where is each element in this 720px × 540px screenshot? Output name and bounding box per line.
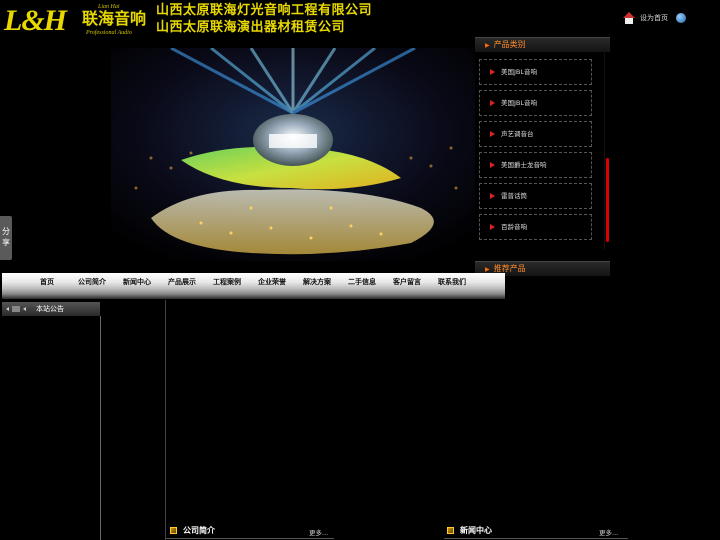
triangle-bullet-icon xyxy=(490,193,495,199)
notice-title: 本站公告 xyxy=(36,305,64,313)
nav-item-honors[interactable]: 企业荣誉 xyxy=(258,277,286,287)
category-item[interactable]: 声艺调音台 xyxy=(479,121,592,147)
scroll-track[interactable] xyxy=(604,50,605,250)
square-bullet-icon xyxy=(447,527,454,534)
recommend-panel-title: 推荐产品 xyxy=(493,264,526,273)
category-label: 美国JBL音响 xyxy=(501,68,537,76)
set-homepage-label: 设为首页 xyxy=(640,14,668,22)
arrow-icon: ▶ xyxy=(485,266,490,273)
divider xyxy=(100,316,101,540)
company-more-link[interactable]: 更多... xyxy=(309,527,328,537)
category-item[interactable]: 百龄音响 xyxy=(479,214,592,240)
nav-item-products[interactable]: 产品展示 xyxy=(168,277,196,287)
logo-chinese: 联海音响 xyxy=(82,9,147,28)
house-icon xyxy=(622,12,636,24)
scrollbar-thumb[interactable] xyxy=(606,158,609,242)
category-label: 雷普话筒 xyxy=(501,192,527,200)
logo-letters: L&H xyxy=(4,4,67,37)
category-label: 美国爵士龙音响 xyxy=(501,161,547,169)
company-name-2: 山西太原联海演出器材租赁公司 xyxy=(156,20,346,35)
nav-item-messages[interactable]: 客户留言 xyxy=(393,277,421,287)
category-panel-title: 产品类别 xyxy=(493,40,526,49)
triangle-bullet-icon xyxy=(490,69,495,75)
banner-image xyxy=(111,48,475,261)
category-label: 百龄音响 xyxy=(501,223,527,231)
nav-item-contact[interactable]: 联系我们 xyxy=(438,277,466,287)
triangle-bullet-icon xyxy=(490,131,495,137)
company-name-1: 山西太原联海灯光音响工程有限公司 xyxy=(156,3,373,18)
company-intro-title: 公司简介 xyxy=(183,526,215,535)
arrow-icon: ▶ xyxy=(485,42,490,49)
site-logo[interactable]: L&H Lian Hai 联海音响 Professional Audio xyxy=(4,4,152,38)
nav-item-secondhand[interactable]: 二手信息 xyxy=(348,277,376,287)
category-item[interactable]: 美国JBL音响 xyxy=(479,59,592,85)
category-item[interactable]: 美国爵士龙音响 xyxy=(479,152,592,178)
triangle-bullet-icon xyxy=(490,162,495,168)
nav-item-projects[interactable]: 工程案例 xyxy=(213,277,241,287)
category-panel-header: ▶ 产品类别 xyxy=(475,37,610,52)
favorite-icon[interactable] xyxy=(676,13,686,23)
nav-item-news[interactable]: 新闻中心 xyxy=(123,277,151,287)
speaker-icon xyxy=(6,306,26,312)
news-more-link[interactable]: 更多... xyxy=(599,527,618,537)
logo-english: Professional Audio xyxy=(86,30,132,36)
divider xyxy=(444,538,628,539)
category-item[interactable]: 雷普话筒 xyxy=(479,183,592,209)
triangle-bullet-icon xyxy=(490,224,495,230)
category-label: 声艺调音台 xyxy=(501,130,534,138)
news-title: 新闻中心 xyxy=(460,526,492,535)
nav-item-home[interactable]: 首页 xyxy=(40,277,54,287)
set-homepage-link[interactable]: 设为首页 xyxy=(622,10,686,26)
square-bullet-icon xyxy=(170,527,177,534)
triangle-bullet-icon xyxy=(490,100,495,106)
notice-header: 本站公告 xyxy=(2,302,100,316)
nav-item-solutions[interactable]: 解决方案 xyxy=(303,277,331,287)
divider xyxy=(166,538,334,539)
nav-item-about[interactable]: 公司简介 xyxy=(78,277,106,287)
product-category-panel: ▶ 产品类别 美国JBL音响 美国JBL音响 声艺调音台 美国爵士龙音响 雷普话筒… xyxy=(475,37,610,261)
category-item[interactable]: 美国JBL音响 xyxy=(479,90,592,116)
category-label: 美国JBL音响 xyxy=(501,99,537,107)
share-tab[interactable]: 分享 xyxy=(0,216,12,260)
divider xyxy=(165,300,166,540)
main-nav: 首页 公司简介 新闻中心 产品展示 工程案例 企业荣誉 解决方案 二手信息 客户… xyxy=(2,273,505,299)
